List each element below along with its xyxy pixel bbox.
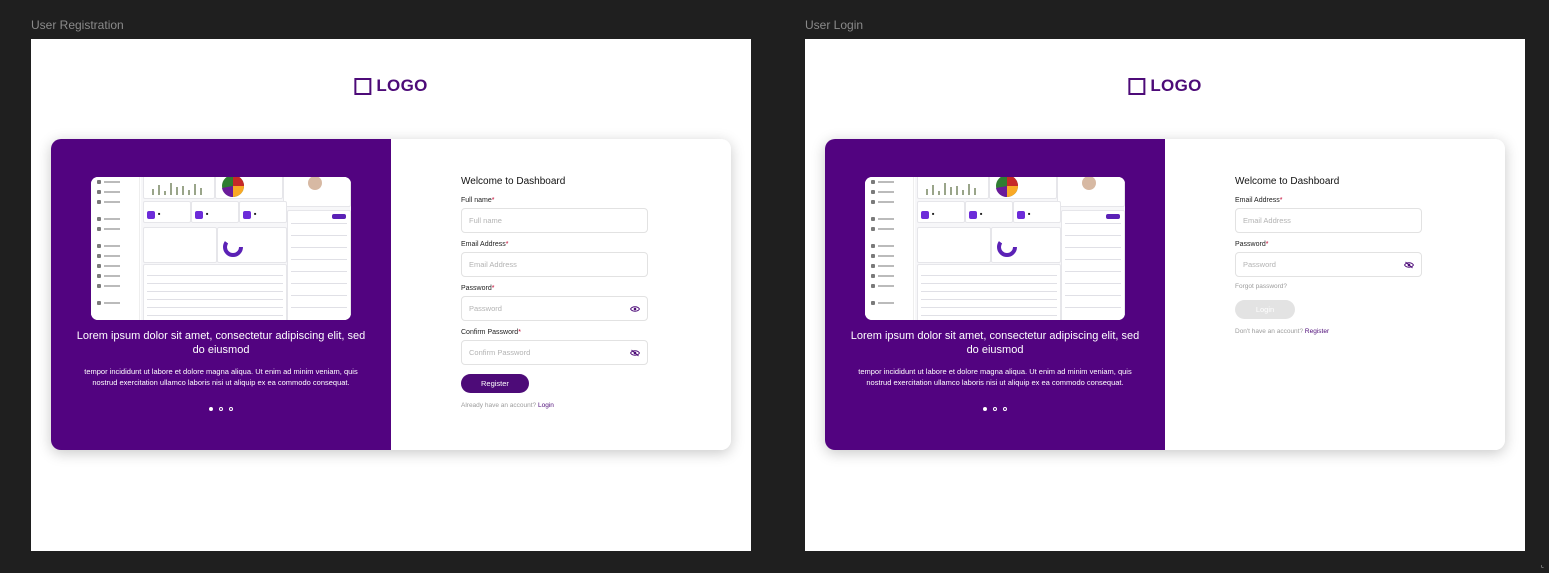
logo-text: LOGO <box>1150 76 1202 95</box>
confirm-password-label: Confirm Password* <box>461 329 521 336</box>
frame-label-registration: User Registration <box>31 18 124 32</box>
login-link[interactable]: Login <box>538 402 554 409</box>
email-field-box <box>461 252 648 277</box>
forgot-password-link[interactable]: Forgot password? <box>1235 283 1422 290</box>
email-label: Email Address* <box>461 241 509 248</box>
eye-off-icon[interactable] <box>630 349 640 357</box>
promo-panel: ■ ■ ■ Lorem ipsum dolor sit amet, consecte… <box>51 139 391 450</box>
carousel-dots <box>51 407 391 411</box>
confirm-password-field-box <box>461 340 648 365</box>
carousel-dots <box>825 407 1165 411</box>
confirm-password-input[interactable] <box>462 341 647 364</box>
logo: LOGO <box>354 76 427 96</box>
logo-text: LOGO <box>376 76 428 95</box>
password-field-box <box>1235 252 1422 277</box>
full-name-input[interactable] <box>462 209 647 232</box>
carousel-dot[interactable] <box>993 407 997 411</box>
register-button[interactable]: Register <box>461 374 529 393</box>
registration-frame: LOGO ■ ■ ■ Lorem ipsum dolor sit amet, con… <box>31 39 751 551</box>
password-input[interactable] <box>1236 253 1421 276</box>
email-input[interactable] <box>462 253 647 276</box>
promo-title: Lorem ipsum dolor sit amet, consectetur … <box>76 330 366 356</box>
password-field-box <box>461 296 648 321</box>
form-panel: Welcome to Dashboard Email Address* Pass… <box>1165 139 1505 450</box>
form-title: Welcome to Dashboard <box>1235 176 1340 187</box>
login-button[interactable]: Login <box>1235 300 1295 319</box>
register-prompt: Don't have an account? Register <box>1235 328 1330 335</box>
password-input[interactable] <box>462 297 647 320</box>
eye-icon[interactable] <box>630 305 640 313</box>
carousel-dot[interactable] <box>1003 407 1007 411</box>
carousel-dot[interactable] <box>219 407 223 411</box>
dashboard-preview-image: ■ ■ ■ <box>91 177 351 320</box>
auth-card: ■ ■ ■ Lorem ipsum dolor sit amet, consecte… <box>825 139 1505 450</box>
logo: LOGO <box>1128 76 1201 96</box>
dashboard-preview-image: ■ ■ ■ <box>865 177 1125 320</box>
email-label: Email Address* <box>1235 197 1283 204</box>
carousel-dot[interactable] <box>209 407 213 411</box>
promo-panel: ■ ■ ■ Lorem ipsum dolor sit amet, consecte… <box>825 139 1165 450</box>
promo-body: tempor incididunt ut labore et dolore ma… <box>84 367 358 387</box>
register-link[interactable]: Register <box>1305 328 1329 335</box>
registration-form: Welcome to Dashboard Full name* Email Ad… <box>461 176 648 409</box>
login-frame: LOGO ■ ■ ■ Lorem ipsum dolor sit amet, con… <box>805 39 1525 551</box>
logo-square-icon <box>1128 77 1146 95</box>
carousel-dot[interactable] <box>983 407 987 411</box>
form-title: Welcome to Dashboard <box>461 176 566 187</box>
auth-card: ■ ■ ■ Lorem ipsum dolor sit amet, consecte… <box>51 139 731 450</box>
frame-label-login: User Login <box>805 18 864 32</box>
promo-title: Lorem ipsum dolor sit amet, consectetur … <box>850 330 1140 356</box>
full-name-label: Full name* <box>461 197 495 204</box>
full-name-field-box <box>461 208 648 233</box>
password-label: Password* <box>1235 241 1269 248</box>
email-input[interactable] <box>1236 209 1421 232</box>
password-label: Password* <box>461 285 495 292</box>
form-panel: Welcome to Dashboard Full name* Email Ad… <box>391 139 731 450</box>
login-form: Welcome to Dashboard Email Address* Pass… <box>1235 176 1422 335</box>
carousel-dot[interactable] <box>229 407 233 411</box>
promo-body: tempor incididunt ut labore et dolore ma… <box>858 367 1132 387</box>
login-prompt: Already have an account? Login <box>461 402 554 409</box>
eye-off-icon[interactable] <box>1404 261 1414 269</box>
resize-corner-icon: ⌞ <box>1540 562 1544 569</box>
email-field-box <box>1235 208 1422 233</box>
logo-square-icon <box>354 77 372 95</box>
